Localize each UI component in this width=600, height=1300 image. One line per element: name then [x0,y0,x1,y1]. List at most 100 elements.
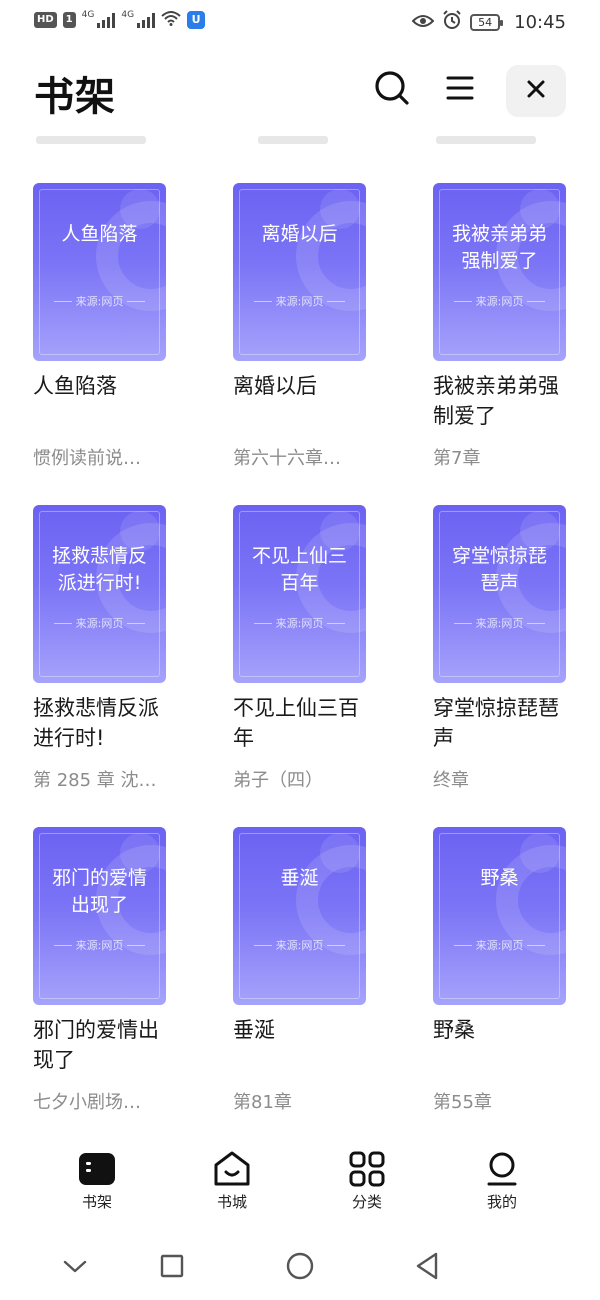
book-progress: 第 285 章 沈… [33,770,157,791]
eye-icon [411,13,435,32]
book-progress: 七夕小剧场… [33,1092,141,1113]
nav-label: 书城 [216,1193,247,1211]
book-cover[interactable]: 不见上仙三百年 来源:网页 [233,505,366,683]
cover-source: 来源:网页 [33,293,166,309]
cover-source: 来源:网页 [33,615,166,631]
cover-frame [39,189,160,355]
book-title: 离婚以后 [233,374,317,398]
app-notification-icon: U [187,11,206,29]
nav-item-store[interactable]: 书城 [197,1150,267,1212]
book-title: 我被亲弟弟强制爱了 [433,374,559,428]
status-bar-left: HD 1 4G 4G U [34,10,206,30]
book-title: 邪门的爱情出现了 [33,1018,159,1072]
nav-item-profile[interactable]: 我的 [467,1150,537,1212]
network-type-2: 4G [121,10,135,20]
book-card[interactable]: 野桑 来源:网页 野桑 第55章 [433,827,567,1149]
book-cover[interactable]: 野桑 来源:网页 [433,827,566,1005]
cover-frame [239,189,360,355]
chevron-down-icon [63,1259,87,1278]
network-type-1: 4G [81,10,95,20]
bookshelf-icon [62,1150,132,1188]
book-title: 野桑 [433,1018,475,1042]
recents-button[interactable] [157,1253,187,1283]
book-progress: 第六十六章… [233,448,341,469]
book-card[interactable]: 邪门的爱情出现了 来源:网页 邪门的爱情出现了 七夕小剧场… [33,827,166,1149]
system-nav-bar [0,1245,600,1290]
status-bar: HD 1 4G 4G U 54 10:45 [0,0,600,42]
cover-source: 来源:网页 [33,937,166,953]
bookshelf-grid: 人鱼陷落 来源:网页 人鱼陷落 惯例读前说… 离婚以后 来源:网页 离婚以后 第… [33,183,567,1149]
nav-label: 分类 [351,1193,382,1211]
search-button[interactable] [370,68,414,112]
book-card[interactable]: 穿堂惊掠琵琶声 来源:网页 穿堂惊掠琵琶声 终章 [433,505,567,827]
category-icon [332,1150,402,1188]
back-button[interactable] [412,1252,442,1284]
nav-item-category[interactable]: 分类 [332,1150,402,1212]
profile-icon [467,1150,537,1188]
book-title: 拯救悲情反派进行时! [33,696,159,750]
cover-source: 来源:网页 [433,615,566,631]
store-icon [197,1150,267,1188]
close-icon [526,79,546,103]
nav-item-bookshelf[interactable]: 书架 [62,1150,132,1212]
book-title: 人鱼陷落 [33,374,117,398]
cover-source-label: 来源:网页 [275,939,324,952]
battery-icon: 54 [470,13,504,31]
bottom-nav: 书架 书城 分类 我的 [0,1150,600,1225]
cover-source-label: 来源:网页 [75,295,124,308]
scrolled-row-remnant [0,134,600,148]
book-title: 垂涎 [233,1018,275,1042]
cover-title: 不见上仙三百年 [251,545,347,594]
cover-source-label: 来源:网页 [275,617,324,630]
book-card[interactable]: 不见上仙三百年 来源:网页 不见上仙三百年 弟子（四） [233,505,366,827]
book-title: 不见上仙三百年 [233,696,359,750]
book-title: 穿堂惊掠琵琶声 [433,696,559,750]
book-card[interactable]: 人鱼陷落 来源:网页 人鱼陷落 惯例读前说… [33,183,166,505]
cover-title: 邪门的爱情出现了 [51,867,147,916]
book-card[interactable]: 我被亲弟弟强制爱了 来源:网页 我被亲弟弟强制爱了 第7章 [433,183,567,505]
book-cover[interactable]: 离婚以后 来源:网页 [233,183,366,361]
collapse-button[interactable] [60,1253,90,1283]
book-cover[interactable]: 我被亲弟弟强制爱了 来源:网页 [433,183,566,361]
cover-title: 垂涎 [280,867,319,889]
cover-title: 人鱼陷落 [61,223,138,245]
nav-label: 我的 [486,1193,517,1211]
home-button[interactable] [285,1252,315,1284]
triangle-back-icon [415,1252,439,1284]
cover-source-label: 来源:网页 [475,939,524,952]
book-progress: 第7章 [433,448,481,469]
cover-source: 来源:网页 [233,937,366,953]
book-card[interactable]: 拯救悲情反派进行时! 来源:网页 拯救悲情反派进行时! 第 285 章 沈… [33,505,166,827]
page-title: 书架 [34,74,116,120]
cover-title: 离婚以后 [261,223,338,245]
book-cover[interactable]: 穿堂惊掠琵琶声 来源:网页 [433,505,566,683]
cover-source: 来源:网页 [433,937,566,953]
menu-icon [446,74,474,106]
alarm-icon [442,10,462,34]
book-progress: 第55章 [433,1092,492,1113]
cover-frame [439,833,560,999]
sim-badge: 1 [62,12,76,28]
book-cover[interactable]: 垂涎 来源:网页 [233,827,366,1005]
book-cover[interactable]: 邪门的爱情出现了 来源:网页 [33,827,166,1005]
close-button[interactable] [506,65,566,117]
clock: 10:45 [514,11,566,33]
status-bar-right: 54 10:45 [411,10,566,34]
circle-icon [286,1252,314,1284]
cover-source: 来源:网页 [233,615,366,631]
menu-button[interactable] [438,68,482,112]
square-icon [160,1254,184,1282]
book-cover[interactable]: 拯救悲情反派进行时! 来源:网页 [33,505,166,683]
book-progress: 终章 [433,770,469,791]
book-progress: 惯例读前说… [33,448,141,469]
book-progress: 第81章 [233,1092,292,1113]
signal-icon-2 [137,12,156,28]
cover-source: 来源:网页 [433,293,566,309]
book-card[interactable]: 离婚以后 来源:网页 离婚以后 第六十六章… [233,183,366,505]
book-card[interactable]: 垂涎 来源:网页 垂涎 第81章 [233,827,366,1149]
nav-label: 书架 [81,1193,112,1211]
cover-source-label: 来源:网页 [475,295,524,308]
book-cover[interactable]: 人鱼陷落 来源:网页 [33,183,166,361]
cover-source-label: 来源:网页 [75,617,124,630]
app-header: 书架 [0,56,600,130]
